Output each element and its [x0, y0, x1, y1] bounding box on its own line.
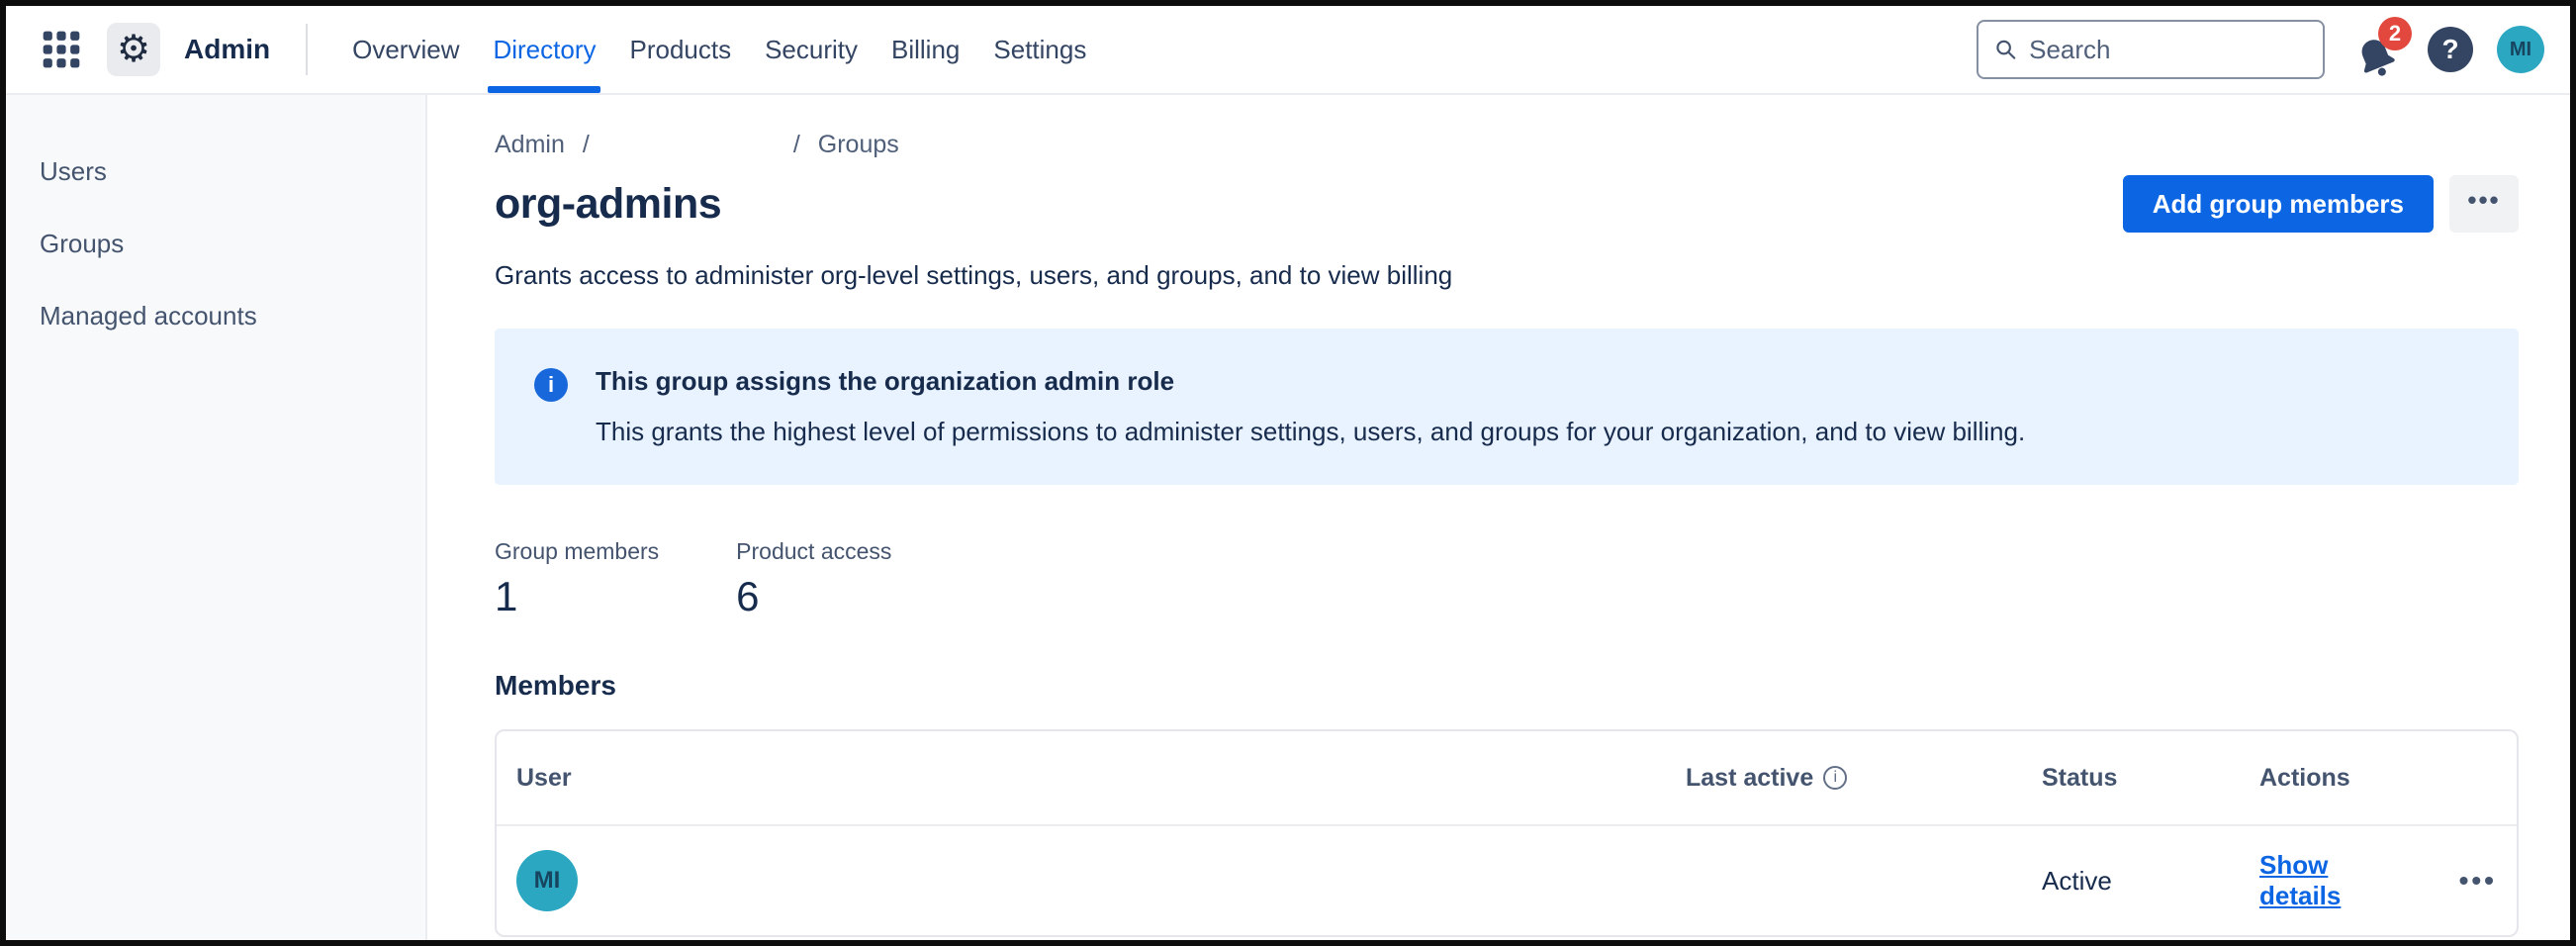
stat-label: Product access: [736, 538, 891, 565]
members-heading: Members: [495, 670, 2519, 702]
sidebar: Users Groups Managed accounts: [6, 95, 427, 940]
member-actions-cell: Show details •••: [2259, 850, 2497, 911]
topbar-right: 2 ? MI: [1977, 19, 2544, 80]
user-avatar[interactable]: MI: [2497, 26, 2544, 73]
breadcrumb-groups[interactable]: Groups: [818, 131, 899, 159]
search-input[interactable]: [2029, 35, 2307, 65]
stat-product-access: Product access 6: [736, 538, 891, 620]
sidebar-item-groups[interactable]: Groups: [6, 209, 425, 279]
topbar-left: ⚙ Admin: [36, 23, 270, 76]
column-actions: Actions: [2259, 764, 2497, 793]
breadcrumb-admin[interactable]: Admin: [495, 131, 565, 159]
add-group-members-button[interactable]: Add group members: [2123, 175, 2434, 233]
column-status: Status: [2042, 764, 2259, 793]
stat-value: 1: [495, 573, 659, 620]
search-icon: [1994, 37, 2017, 62]
stat-label: Group members: [495, 538, 659, 565]
more-icon: •••: [2459, 865, 2497, 896]
tab-overview[interactable]: Overview: [335, 6, 476, 93]
members-table: User Last active i Status Actions: [495, 729, 2519, 937]
member-avatar: MI: [516, 850, 578, 911]
question-icon: ?: [2441, 34, 2458, 65]
table-row: MI Active Show details •••: [497, 826, 2517, 935]
gear-icon: ⚙: [117, 31, 150, 68]
page-title: org-admins: [495, 180, 721, 229]
tab-billing[interactable]: Billing: [874, 6, 976, 93]
column-last-active: Last active i: [1686, 764, 2042, 793]
breadcrumb-separator: /: [583, 131, 590, 159]
app-switcher-icon[interactable]: [36, 24, 87, 75]
top-navigation: Overview Directory Products Security Bil…: [335, 6, 1103, 93]
app-window: ⚙ Admin Overview Directory Products Secu…: [0, 0, 2576, 946]
stats-row: Group members 1 Product access 6: [495, 538, 2519, 620]
info-banner: i This group assigns the organization ad…: [495, 329, 2519, 485]
notifications-button[interactable]: 2: [2348, 19, 2404, 80]
group-description: Grants access to administer org-level se…: [495, 260, 2519, 291]
title-actions: Add group members •••: [2123, 175, 2519, 233]
sidebar-item-users[interactable]: Users: [6, 137, 425, 207]
info-icon: i: [534, 368, 568, 402]
member-user-cell: MI: [516, 850, 1686, 911]
main-content: Admin / / Groups org-admins Add group me…: [427, 95, 2570, 940]
top-bar: ⚙ Admin Overview Directory Products Secu…: [6, 6, 2570, 95]
breadcrumb-separator: /: [793, 131, 800, 159]
topbar-divider: [306, 24, 308, 75]
breadcrumb: Admin / / Groups: [495, 131, 2519, 159]
banner-text: This group assigns the organization admi…: [596, 366, 2025, 447]
banner-title: This group assigns the organization admi…: [596, 366, 2025, 397]
title-row: org-admins Add group members •••: [495, 175, 2519, 233]
page-body: Users Groups Managed accounts Admin / / …: [6, 95, 2570, 940]
help-button[interactable]: ?: [2428, 27, 2473, 72]
admin-settings-button[interactable]: ⚙: [107, 23, 160, 76]
search-box[interactable]: [1977, 20, 2325, 79]
notification-badge: 2: [2378, 17, 2412, 50]
tab-security[interactable]: Security: [748, 6, 874, 93]
banner-body: This grants the highest level of permiss…: [596, 417, 2025, 447]
row-more-actions-button[interactable]: •••: [2459, 865, 2497, 897]
tab-directory[interactable]: Directory: [476, 6, 612, 93]
app-title: Admin: [184, 34, 270, 65]
last-active-info-icon[interactable]: i: [1823, 766, 1847, 790]
tab-settings[interactable]: Settings: [976, 6, 1103, 93]
column-user: User: [516, 764, 1686, 793]
sidebar-item-managed-accounts[interactable]: Managed accounts: [6, 281, 425, 351]
stat-value: 6: [736, 573, 891, 620]
show-details-link[interactable]: Show details: [2259, 850, 2414, 911]
stat-group-members: Group members 1: [495, 538, 659, 620]
more-icon: •••: [2467, 185, 2500, 216]
table-header-row: User Last active i Status Actions: [497, 731, 2517, 826]
grid-icon: [40, 28, 83, 71]
tab-products[interactable]: Products: [612, 6, 748, 93]
member-status: Active: [2042, 866, 2259, 897]
group-more-actions-button[interactable]: •••: [2449, 175, 2519, 233]
